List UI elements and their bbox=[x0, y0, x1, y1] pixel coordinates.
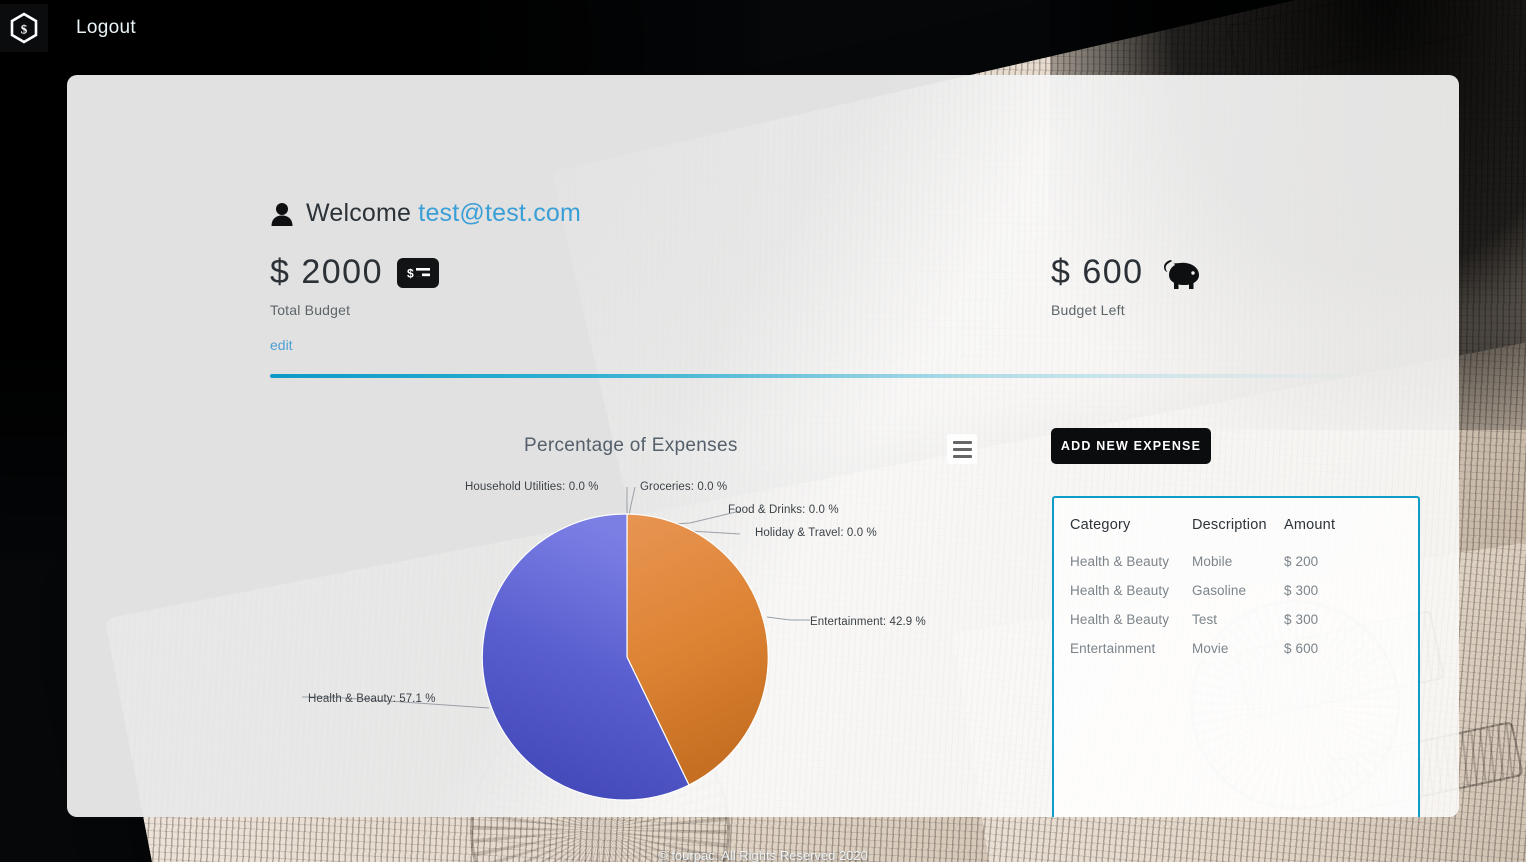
table-row[interactable]: Health & Beauty Test $ 300 bbox=[1070, 605, 1402, 634]
menu-bar bbox=[952, 447, 972, 451]
piggy-bank-icon bbox=[1158, 257, 1202, 289]
cell-category: Health & Beauty bbox=[1070, 612, 1170, 627]
total-budget-block: $ 2000 $ Total Budget bbox=[270, 253, 439, 318]
pie-label-food-drinks: Food & Drinks: 0.0 % bbox=[728, 504, 839, 516]
total-budget-label: Total Budget bbox=[270, 302, 351, 318]
footer-copyright: © fourpac. All Rights Reserved 2020 bbox=[658, 848, 868, 862]
menu-bar bbox=[952, 440, 972, 444]
cell-amount: $ 200 bbox=[1284, 554, 1319, 569]
svg-text:$: $ bbox=[21, 22, 28, 37]
cell-category: Health & Beauty bbox=[1070, 554, 1170, 569]
budget-left-label: Budget Left bbox=[1051, 302, 1125, 318]
page-title: Welcome test@test.com bbox=[306, 199, 581, 228]
table-row[interactable]: Health & Beauty Mobile $ 200 bbox=[1070, 547, 1402, 576]
cell-category: Health & Beauty bbox=[1070, 583, 1170, 598]
menu-bar bbox=[952, 454, 972, 458]
expense-table: Category Description Amount Health & Bea… bbox=[1070, 512, 1402, 663]
table-row[interactable]: Health & Beauty Gasoline $ 300 bbox=[1070, 576, 1402, 605]
column-header-description: Description bbox=[1192, 517, 1267, 533]
pie-label-health-beauty: Health & Beauty: 57.1 % bbox=[308, 693, 436, 705]
table-row[interactable]: Entertainment Movie $ 600 bbox=[1070, 634, 1402, 663]
welcome-row: Welcome test@test.com bbox=[270, 199, 581, 228]
column-header-amount: Amount bbox=[1284, 517, 1336, 533]
user-email: test@test.com bbox=[418, 199, 582, 227]
budget-left-block: $ 600 Budget Left bbox=[1051, 253, 1202, 318]
pie-label-holiday-travel: Holiday & Travel: 0.0 % bbox=[755, 527, 877, 539]
column-header-category: Category bbox=[1070, 517, 1131, 533]
app-logo[interactable]: $ bbox=[0, 4, 48, 52]
top-navigation-bar: $ Logout bbox=[0, 0, 1526, 56]
cell-description: Mobile bbox=[1192, 554, 1233, 569]
svg-text:$: $ bbox=[407, 266, 414, 280]
pie-label-groceries: Groceries: 0.0 % bbox=[640, 481, 728, 493]
chart-title: Percentage of Expenses bbox=[524, 435, 738, 456]
edit-budget-link[interactable]: edit bbox=[270, 337, 293, 353]
budget-left-amount-row: $ 600 bbox=[1051, 253, 1202, 292]
cell-amount: $ 300 bbox=[1284, 583, 1319, 598]
cell-amount: $ 600 bbox=[1284, 641, 1319, 656]
expense-list-panel: Category Description Amount Health & Bea… bbox=[1052, 496, 1420, 817]
dashboard-card: Welcome test@test.com $ 2000 $ Total Bud… bbox=[67, 75, 1459, 817]
welcome-greeting: Welcome bbox=[306, 199, 412, 227]
cell-description: Movie bbox=[1192, 641, 1229, 656]
table-header-row: Category Description Amount bbox=[1070, 512, 1402, 547]
cell-amount: $ 300 bbox=[1284, 612, 1319, 627]
pie-label-household-utilities: Household Utilities: 0.0 % bbox=[465, 481, 599, 493]
cell-category: Entertainment bbox=[1070, 641, 1156, 656]
total-budget-amount: $ 2000 bbox=[270, 253, 383, 291]
logout-button[interactable]: Logout bbox=[76, 17, 136, 39]
hexagon-dollar-icon: $ bbox=[9, 12, 39, 44]
section-divider bbox=[270, 374, 1412, 378]
money-bill-icon: $ bbox=[397, 257, 439, 288]
add-new-expense-button[interactable]: ADD NEW EXPENSE bbox=[1051, 428, 1211, 464]
pie-label-entertainment: Entertainment: 42.9 % bbox=[810, 616, 926, 628]
person-icon bbox=[270, 201, 294, 227]
cell-description: Test bbox=[1192, 612, 1218, 627]
cell-description: Gasoline bbox=[1192, 583, 1247, 598]
budget-left-amount: $ 600 bbox=[1051, 253, 1144, 291]
total-budget-amount-row: $ 2000 $ bbox=[270, 253, 439, 292]
expenses-pie-chart: Household Utilities: 0.0 % Groceries: 0.… bbox=[270, 465, 1030, 817]
hamburger-menu-icon[interactable] bbox=[947, 434, 977, 464]
